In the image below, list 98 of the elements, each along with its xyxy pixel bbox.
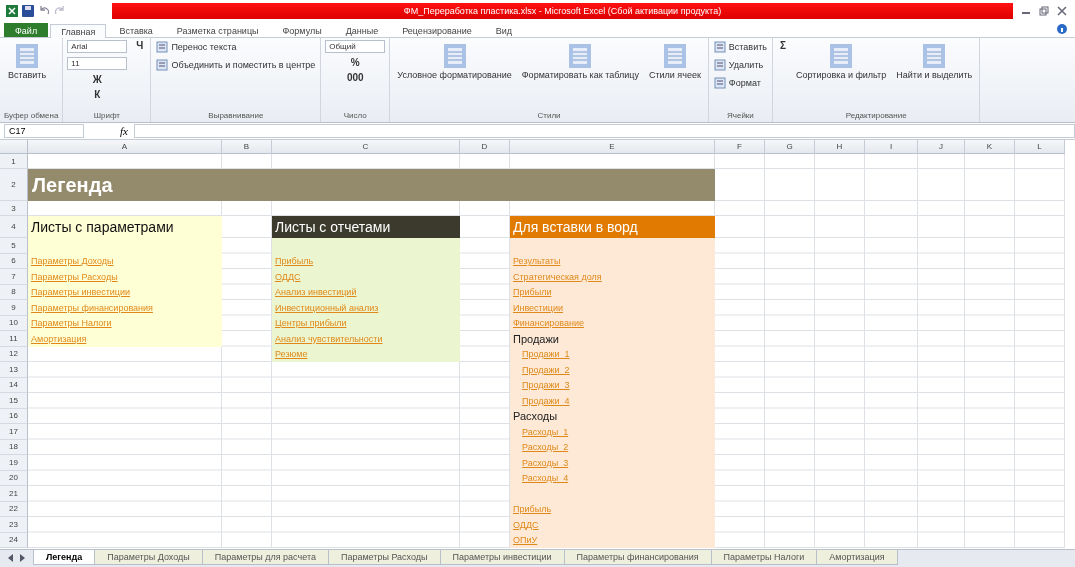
format-button[interactable]: % xyxy=(325,57,386,68)
undo-icon xyxy=(38,5,50,17)
row-header[interactable]: 11 xyxy=(0,331,28,347)
column-header[interactable]: I xyxy=(865,140,918,154)
group-label: Редактирование xyxy=(844,111,908,122)
column-header[interactable]: G xyxy=(765,140,815,154)
ribbon-dropdown[interactable]: Arial xyxy=(67,40,128,53)
column-header[interactable]: E xyxy=(510,140,715,154)
row-header[interactable]: 4 xyxy=(0,216,28,238)
group-label: Шрифт xyxy=(92,111,122,122)
section-label: Расходы xyxy=(512,409,559,424)
cell-icon xyxy=(156,59,169,71)
row-header[interactable]: 7 xyxy=(0,269,28,285)
table-icon xyxy=(441,42,468,70)
table-icon xyxy=(661,42,688,70)
ribbon-button[interactable]: Форматировать как таблицу xyxy=(518,40,642,83)
ribbon-button[interactable]: Условное форматирование xyxy=(394,40,515,83)
cell-icon xyxy=(156,41,169,53)
name-box[interactable]: C17 xyxy=(4,124,84,138)
group-label: Выравнивание xyxy=(207,111,265,122)
column-header[interactable]: D xyxy=(460,140,510,154)
sheet-tab[interactable]: Амортизация xyxy=(816,550,898,565)
ribbon-button[interactable]: Объединить и поместить в центре xyxy=(155,58,317,72)
ribbon-button[interactable]: Сортировка и фильтр xyxy=(793,40,890,83)
redo-icon xyxy=(54,5,66,17)
row-header[interactable]: 1 xyxy=(0,154,28,169)
ribbon-tab[interactable]: Вставка xyxy=(108,23,164,37)
list-header: Для вставки в ворд xyxy=(510,216,715,238)
ribbon-button[interactable]: Перенос текста xyxy=(155,40,317,54)
ribbon-tab[interactable]: Разметка страницы xyxy=(165,23,270,37)
row-header[interactable]: 5 xyxy=(0,238,28,254)
section-label: Продажи xyxy=(512,331,560,347)
row-header[interactable]: 19 xyxy=(0,455,28,471)
table-icon xyxy=(921,42,948,70)
formula-input[interactable] xyxy=(133,124,1075,138)
save-icon xyxy=(22,5,34,17)
cell-icon xyxy=(713,77,726,89)
ribbon-tab[interactable]: Главная xyxy=(50,24,107,38)
row-header[interactable]: 2 xyxy=(0,169,28,201)
column-header[interactable]: H xyxy=(815,140,865,154)
cell-icon xyxy=(713,41,726,53)
sheet-tab[interactable]: Параметры для расчета xyxy=(201,550,329,565)
ribbon-button[interactable]: Вставить xyxy=(4,40,50,83)
group-label: Ячейки xyxy=(726,111,755,122)
column-header[interactable]: J xyxy=(918,140,965,154)
ribbon-button[interactable]: Найти и выделить xyxy=(893,40,976,83)
ribbon-button[interactable]: Формат xyxy=(712,76,768,90)
column-header[interactable]: A xyxy=(28,140,222,154)
group-label: Число xyxy=(342,111,368,122)
file-tab[interactable]: Файл xyxy=(4,23,49,37)
sheet-tab[interactable]: Параметры финансирования xyxy=(563,550,712,565)
table-icon xyxy=(567,42,594,70)
app-icon xyxy=(6,5,18,17)
sheet-tab[interactable]: Параметры Доходы xyxy=(94,550,203,565)
table-icon xyxy=(828,42,855,70)
insert-function-button[interactable]: fx xyxy=(120,125,128,137)
column-header[interactable]: C xyxy=(272,140,460,154)
sheet-tab[interactable]: Параметры Расходы xyxy=(327,550,441,565)
ribbon-dropdown[interactable]: Общий xyxy=(325,40,386,53)
format-button[interactable]: Ч xyxy=(133,40,147,51)
sheet-tab[interactable]: Параметры Налоги xyxy=(710,550,818,565)
previous-sheet-icon xyxy=(6,553,15,563)
format-button[interactable]: 000 xyxy=(325,72,386,83)
group-label: Стили xyxy=(536,111,562,122)
column-header[interactable]: F xyxy=(715,140,765,154)
sheet-tab[interactable]: Параметры инвестиции xyxy=(439,550,565,565)
close-icon xyxy=(1057,6,1067,16)
select-all-button[interactable] xyxy=(0,140,28,154)
sheet-title: Легенда xyxy=(28,169,715,201)
format-button[interactable]: Σ xyxy=(777,40,789,51)
ribbon-button[interactable]: Стили ячеек xyxy=(645,40,704,83)
ribbon-button[interactable]: Вставить xyxy=(712,40,768,54)
window-title: ФМ_Переработка пластика.xlsx - Microsoft Excel (Сбой активации продукта) xyxy=(403,6,722,16)
column-header[interactable]: K xyxy=(965,140,1015,154)
list-header: Листы с отчетами xyxy=(272,216,460,238)
ribbon-tab[interactable]: Формулы xyxy=(271,23,333,37)
format-button[interactable]: Ж xyxy=(67,74,128,85)
ribbon-button[interactable]: Удалить xyxy=(712,58,768,72)
cell-icon xyxy=(713,59,726,71)
row-header[interactable]: 13 xyxy=(0,362,28,378)
row-header[interactable]: 15 xyxy=(0,393,28,409)
row-header[interactable]: 21 xyxy=(0,486,28,502)
row-header[interactable]: 17 xyxy=(0,424,28,440)
format-button[interactable]: К xyxy=(67,89,128,100)
ribbon-tab[interactable]: Рецензирование xyxy=(391,23,483,37)
group-label: Буфер обмена xyxy=(4,111,59,122)
column-header[interactable]: L xyxy=(1015,140,1065,154)
column-header[interactable]: B xyxy=(222,140,272,154)
restore-icon xyxy=(1039,6,1049,16)
ribbon-tab[interactable]: Данные xyxy=(334,23,390,37)
sheet-tab[interactable]: Легенда xyxy=(33,550,96,565)
row-header[interactable]: 3 xyxy=(0,201,28,216)
row-header[interactable]: 9 xyxy=(0,300,28,316)
ribbon-dropdown[interactable]: 11 xyxy=(67,57,128,70)
row-header[interactable]: 23 xyxy=(0,517,28,533)
table-icon xyxy=(14,42,40,70)
ribbon-tab[interactable]: Вид xyxy=(484,23,523,37)
next-sheet-icon xyxy=(18,553,27,563)
